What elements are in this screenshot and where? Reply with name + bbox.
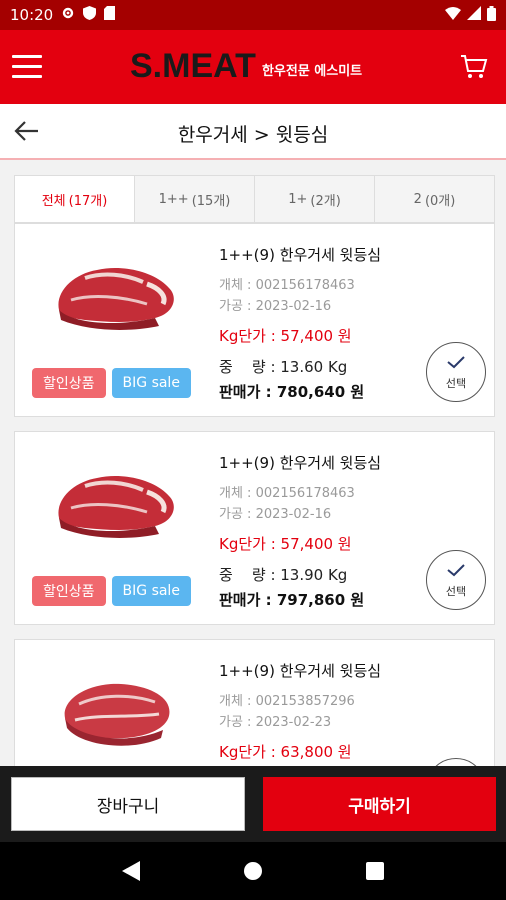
tab-1plusplus[interactable]: 1++ (15개) [135, 176, 255, 222]
shield-icon [83, 6, 97, 24]
sd-card-icon [104, 6, 116, 24]
status-time: 10:20 [10, 6, 54, 24]
weight: 중 량 : 13.60 Kg [219, 358, 348, 376]
product-info: 1++(9) 한우거세 윗등심 개체 : 002153857296 가공 : 2… [219, 660, 429, 762]
brand-name: S.MEAT [130, 47, 256, 85]
signal-icon [467, 6, 481, 24]
cart-icon[interactable] [460, 54, 488, 80]
tab-count: (15개) [191, 193, 231, 209]
check-icon [446, 354, 466, 373]
sale-price: 판매가 : 797,860 원 [219, 591, 365, 609]
processing-date: 가공 : 2023-02-23 [219, 715, 332, 730]
battery-icon [487, 5, 496, 25]
brand-logo[interactable]: S.MEAT 한우전문 에스미트 [130, 48, 362, 84]
tab-label: 1++ [158, 191, 189, 207]
processing-date: 가공 : 2023-02-16 [219, 299, 332, 314]
product-id: 개체 : 002153857296 [219, 694, 355, 709]
select-button[interactable]: 선택 [426, 550, 486, 610]
product-name: 1++(9) 한우거세 윗등심 [219, 246, 382, 264]
meat-image [51, 252, 183, 338]
buy-button[interactable]: 구매하기 [263, 777, 496, 831]
big-sale-badge: BIG sale [111, 576, 191, 606]
nav-recents-icon[interactable] [360, 856, 390, 886]
product-card[interactable]: 1++(9) 한우거세 윗등심 개체 : 002153857296 가공 : 2… [14, 639, 495, 766]
tab-2[interactable]: 2 (0개) [375, 176, 494, 222]
tab-label: 전체 [41, 193, 66, 209]
wifi-icon [445, 6, 461, 24]
select-label: 선택 [445, 584, 467, 598]
product-id: 개체 : 002156178463 [219, 486, 355, 501]
discount-badge: 할인상품 [32, 368, 106, 398]
app-header: S.MEAT 한우전문 에스미트 [0, 30, 506, 104]
grade-tabs: 전체 (17개) 1++ (15개) 1+ (2개) 2 (0개) [14, 175, 495, 223]
menu-icon[interactable] [12, 55, 42, 79]
nav-home-icon[interactable] [238, 856, 268, 886]
brand-subtitle: 한우전문 에스미트 [261, 64, 363, 79]
page-title: 한우거세 > 윗등심 [177, 124, 329, 146]
product-list-area[interactable]: 전체 (17개) 1++ (15개) 1+ (2개) 2 (0개) 할인상품 BIG s… [0, 160, 506, 766]
kg-price: Kg단가 : 57,400 원 [219, 327, 352, 345]
title-bar: 한우거세 > 윗등심 [0, 104, 506, 160]
product-name: 1++(9) 한우거세 윗등심 [219, 454, 382, 472]
select-button[interactable]: 선택 [426, 758, 486, 766]
select-label: 선택 [445, 376, 467, 390]
bottom-action-bar: 장바구니 구매하기 [0, 766, 506, 842]
product-info: 1++(9) 한우거세 윗등심 개체 : 002156178463 가공 : 2… [219, 244, 429, 402]
tab-all[interactable]: 전체 (17개) [15, 176, 135, 222]
product-badges: 할인상품 BIG sale [32, 576, 191, 606]
processing-date: 가공 : 2023-02-16 [219, 507, 332, 522]
add-to-cart-button[interactable]: 장바구니 [11, 777, 245, 831]
nav-back-icon[interactable] [116, 856, 146, 886]
product-badges: 할인상품 BIG sale [32, 368, 191, 398]
meat-image [51, 460, 183, 546]
product-info: 1++(9) 한우거세 윗등심 개체 : 002156178463 가공 : 2… [219, 452, 429, 610]
sale-price: 판매가 : 780,640 원 [219, 383, 365, 401]
big-sale-badge: BIG sale [111, 368, 191, 398]
product-id: 개체 : 002156178463 [219, 278, 355, 293]
tab-count: (17개) [68, 193, 108, 209]
tab-label: 2 [413, 191, 422, 207]
kg-price: Kg단가 : 63,800 원 [219, 743, 352, 761]
weight: 중 량 : 13.90 Kg [219, 566, 348, 584]
product-card[interactable]: 할인상품 BIG sale 1++(9) 한우거세 윗등심 개체 : 00215… [14, 431, 495, 625]
product-name: 1++(9) 한우거세 윗등심 [219, 662, 382, 680]
tab-count: (2개) [310, 193, 341, 209]
meat-image [51, 668, 183, 754]
tab-count: (0개) [424, 193, 456, 209]
system-nav-bar [0, 842, 506, 900]
select-button[interactable]: 선택 [426, 342, 486, 402]
kg-price: Kg단가 : 57,400 원 [219, 535, 352, 553]
tab-label: 1+ [288, 191, 308, 207]
discount-badge: 할인상품 [32, 576, 106, 606]
tab-1plus[interactable]: 1+ (2개) [255, 176, 375, 222]
check-icon [446, 562, 466, 581]
settings-icon [61, 6, 75, 24]
product-card[interactable]: 할인상품 BIG sale 1++(9) 한우거세 윗등심 개체 : 00215… [14, 223, 495, 417]
status-bar: 10:20 [0, 0, 506, 30]
